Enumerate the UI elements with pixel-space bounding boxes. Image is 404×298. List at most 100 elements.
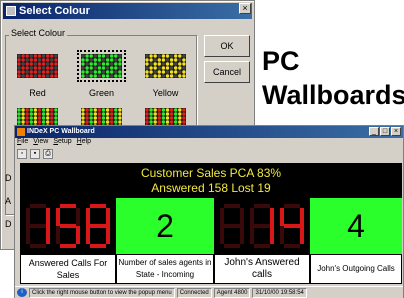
led-dot bbox=[174, 66, 178, 70]
led-dot bbox=[114, 74, 118, 78]
led-dot bbox=[174, 120, 178, 124]
menu-help[interactable]: Help bbox=[77, 138, 91, 148]
led-dot bbox=[105, 116, 110, 120]
led-dot bbox=[41, 58, 46, 62]
led-dot bbox=[161, 116, 166, 120]
led-dot bbox=[89, 54, 93, 58]
led-dot bbox=[149, 120, 153, 124]
led-dot bbox=[182, 108, 186, 112]
led-dot bbox=[110, 108, 114, 112]
menu-file[interactable]: File bbox=[17, 138, 28, 148]
led-segment bbox=[224, 244, 240, 248]
led-dot bbox=[169, 116, 174, 120]
dialog-system-icon[interactable] bbox=[6, 6, 16, 16]
ok-button[interactable]: OK bbox=[204, 35, 250, 57]
dialog-close-button[interactable]: × bbox=[239, 3, 251, 14]
led-dot bbox=[101, 120, 106, 124]
led-dot bbox=[97, 54, 102, 58]
led-dot bbox=[54, 108, 58, 112]
swatch-green-label: Green bbox=[88, 88, 114, 98]
led-dot bbox=[145, 70, 149, 74]
led-dot bbox=[118, 116, 122, 120]
led-dot bbox=[178, 112, 182, 116]
led-segment bbox=[284, 204, 300, 208]
save-icon[interactable]: ▪ bbox=[30, 149, 40, 159]
led-dot bbox=[21, 74, 25, 78]
led-segment bbox=[56, 208, 60, 226]
led-dot bbox=[174, 70, 178, 74]
swatch-red-label: Red bbox=[29, 88, 46, 98]
led-dot bbox=[182, 112, 186, 116]
led-dot bbox=[169, 62, 174, 66]
led-dot bbox=[145, 74, 149, 78]
tile-johns-answered[interactable]: John's Answered calls bbox=[214, 198, 310, 284]
led-dot bbox=[114, 66, 118, 70]
led-dot bbox=[17, 112, 21, 116]
wallboard-app-icon[interactable] bbox=[17, 128, 25, 136]
new-icon[interactable]: ▫ bbox=[17, 149, 27, 159]
swatch-yellow[interactable] bbox=[141, 50, 190, 82]
led-dot bbox=[81, 108, 85, 112]
led-dot bbox=[81, 62, 85, 66]
led-dot bbox=[41, 112, 46, 116]
led-segment bbox=[224, 204, 240, 208]
led-dot bbox=[165, 116, 170, 120]
led-dot bbox=[93, 62, 97, 66]
swatch-red[interactable] bbox=[13, 50, 62, 82]
swatch-green[interactable] bbox=[77, 50, 126, 82]
led-dot bbox=[182, 66, 186, 70]
led-dot bbox=[153, 70, 157, 74]
led-dot bbox=[114, 58, 118, 62]
led-segment bbox=[280, 208, 284, 226]
led-dot bbox=[165, 58, 170, 62]
led-dot bbox=[17, 66, 21, 70]
led-dot bbox=[178, 120, 182, 124]
led-dot bbox=[50, 58, 54, 62]
led-dot bbox=[46, 66, 50, 70]
led-dot bbox=[153, 54, 157, 58]
led-dot bbox=[21, 54, 25, 58]
tile-answered-calls[interactable]: Answered Calls For Sales bbox=[20, 198, 116, 284]
led-dot bbox=[178, 70, 182, 74]
led-dot bbox=[118, 54, 122, 58]
menu-view[interactable]: View bbox=[33, 138, 48, 148]
led-dot bbox=[81, 58, 85, 62]
cancel-button[interactable]: Cancel bbox=[204, 61, 250, 83]
maximize-button[interactable]: □ bbox=[380, 127, 390, 136]
led-dot bbox=[161, 108, 166, 112]
led-dot bbox=[54, 112, 58, 116]
led-dot bbox=[157, 66, 161, 70]
led-dot bbox=[182, 70, 186, 74]
led-dot bbox=[21, 116, 25, 120]
led-segment bbox=[86, 226, 90, 244]
led-dot bbox=[89, 116, 93, 120]
close-button[interactable]: × bbox=[391, 127, 401, 136]
led-dot bbox=[54, 70, 58, 74]
tile-sales-agents[interactable]: 2 Number of sales agents in State - Inco… bbox=[116, 198, 214, 284]
led-dot bbox=[118, 66, 122, 70]
caption-line-2: Wallboards bbox=[262, 80, 404, 110]
led-dot bbox=[46, 108, 50, 112]
led-dot bbox=[50, 108, 54, 112]
led-dot bbox=[161, 62, 166, 66]
dialog-title-bar[interactable]: Select Colour bbox=[3, 3, 252, 19]
led-dot bbox=[33, 62, 38, 66]
led-segment bbox=[280, 226, 284, 244]
led-dot bbox=[54, 120, 58, 124]
led-dot bbox=[105, 54, 110, 58]
tile-johns-outgoing[interactable]: 4 John's Outgoing Calls bbox=[310, 198, 402, 284]
led-dot bbox=[97, 58, 102, 62]
led-segment bbox=[90, 244, 106, 248]
minimize-button[interactable]: _ bbox=[369, 127, 379, 136]
led-dot bbox=[118, 112, 122, 116]
led-segment bbox=[76, 208, 80, 226]
menu-setup[interactable]: Setup bbox=[53, 138, 71, 148]
led-segment bbox=[26, 208, 30, 226]
print-icon[interactable]: ⎙ bbox=[43, 149, 53, 159]
wallboard-title-bar[interactable]: INDeX PC Wallboard bbox=[15, 126, 403, 138]
led-dot bbox=[110, 66, 114, 70]
wallboard-window: INDeX PC Wallboard _ □ × File View Setup… bbox=[14, 125, 404, 298]
summary-banner: Customer Sales PCA 83% Answered 158 Lost… bbox=[20, 163, 402, 198]
led-dot bbox=[93, 108, 97, 112]
led-dot bbox=[85, 58, 89, 62]
